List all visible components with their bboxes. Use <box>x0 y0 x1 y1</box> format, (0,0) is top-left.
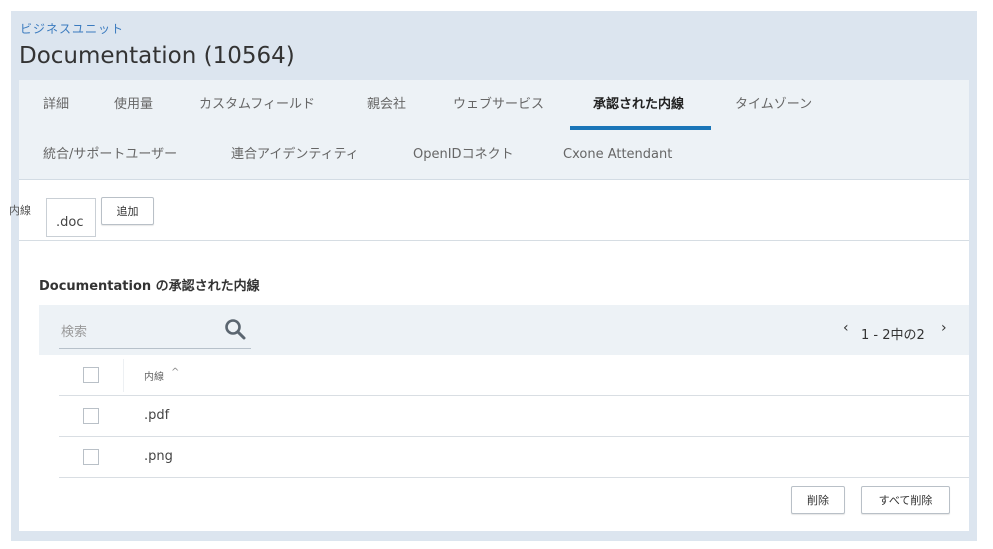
table-row: .png <box>59 437 969 478</box>
tab-bar: 詳細 使用量 カスタムフィールド 親会社 ウェブサービス 承認された内線 タイム… <box>19 80 969 180</box>
search-input[interactable] <box>61 321 211 343</box>
tab-integration-support-users[interactable]: 統合/サポートユーザー <box>43 130 177 180</box>
row-checkbox[interactable] <box>83 449 99 465</box>
chevron-right-icon[interactable]: › <box>941 320 947 336</box>
tab-approved-extensions[interactable]: 承認された内線 <box>593 80 684 130</box>
content-panel: 詳細 使用量 カスタムフィールド 親会社 ウェブサービス 承認された内線 タイム… <box>9 80 969 531</box>
search-box <box>59 315 251 349</box>
column-header-extension[interactable]: 内線 <box>144 368 164 383</box>
search-icon[interactable] <box>223 317 247 341</box>
tab-openid-connect[interactable]: OpenIDコネクト <box>413 130 514 180</box>
select-all-checkbox[interactable] <box>83 367 99 383</box>
column-divider <box>123 359 124 392</box>
extension-cell: .png <box>144 449 173 464</box>
extensions-table: 内線 ^ .pdf .png <box>59 355 969 478</box>
extension-input[interactable] <box>46 198 96 237</box>
row-checkbox[interactable] <box>83 408 99 424</box>
approved-extensions-heading: Documentation の承認された内線 <box>39 279 260 294</box>
tab-details[interactable]: 詳細 <box>43 80 69 130</box>
delete-all-button[interactable]: すべて削除 <box>861 486 950 514</box>
pagination-summary: 1 - 2中の2 <box>861 328 925 343</box>
add-button[interactable]: 追加 <box>101 197 154 225</box>
extension-field-label: 内線 <box>9 204 31 217</box>
chevron-left-icon[interactable]: ‹ <box>843 320 849 336</box>
table-header: 内線 ^ <box>59 355 969 396</box>
tab-custom-fields[interactable]: カスタムフィールド <box>199 80 315 130</box>
page-title: Documentation (10564) <box>19 43 295 69</box>
sort-ascending-icon[interactable]: ^ <box>171 367 179 378</box>
business-unit-frame: ビジネスユニット Documentation (10564) 詳細 使用量 カス… <box>9 11 977 541</box>
breadcrumb[interactable]: ビジネスユニット <box>20 20 124 37</box>
add-extension-row: 内線 追加 <box>9 180 969 241</box>
tab-time-zones[interactable]: タイムゾーン <box>735 80 812 130</box>
tab-cxone-attendant[interactable]: Cxone Attendant <box>563 130 672 180</box>
tab-parent-company[interactable]: 親会社 <box>367 80 406 130</box>
delete-button[interactable]: 削除 <box>791 486 845 514</box>
tab-web-services[interactable]: ウェブサービス <box>453 80 544 130</box>
table-toolbar: ‹ 1 - 2中の2 › <box>39 305 969 355</box>
extension-cell: .pdf <box>144 408 170 423</box>
tab-usage[interactable]: 使用量 <box>114 80 153 130</box>
tab-federated-identity[interactable]: 連合アイデンティティ <box>231 130 359 180</box>
table-row: .pdf <box>59 396 969 437</box>
